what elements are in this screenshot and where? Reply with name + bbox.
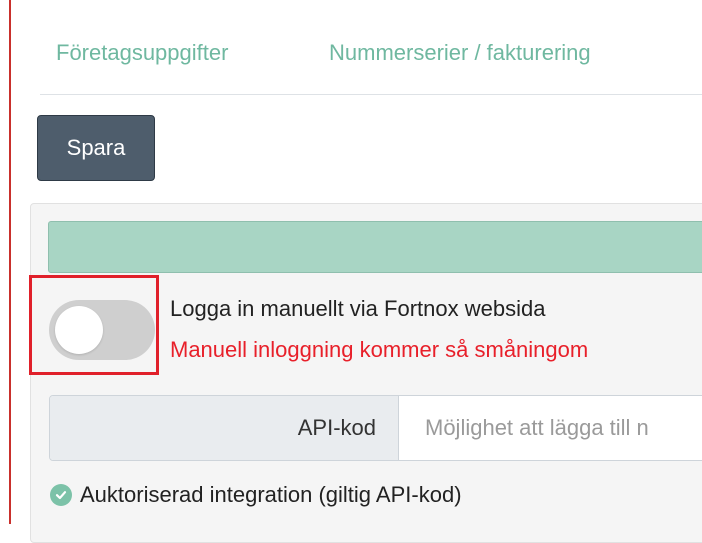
manual-login-warning: Manuell inloggning kommer så småningom [170, 337, 589, 362]
tab-foretagsuppgifter[interactable]: Företagsuppgifter [56, 40, 228, 66]
left-border-rule [9, 0, 11, 524]
integration-status-bar [48, 221, 702, 273]
api-code-input[interactable] [400, 396, 702, 460]
api-code-label: API-kod [50, 396, 399, 460]
highlight-annotation-box [29, 275, 159, 375]
save-button[interactable]: Spara [37, 115, 155, 181]
tab-nummerserier-fakturering[interactable]: Nummerserier / fakturering [329, 40, 591, 66]
auth-status-row: Auktoriserad integration (giltig API-kod… [50, 482, 462, 508]
api-code-input-group: API-kod [49, 395, 702, 461]
settings-tabs: Företagsuppgifter Nummerserier / fakture… [40, 0, 702, 95]
auth-status-text: Auktoriserad integration (giltig API-kod… [80, 482, 462, 507]
manual-login-label: Logga in manuellt via Fortnox websida [170, 296, 546, 321]
check-circle-icon [50, 484, 72, 506]
